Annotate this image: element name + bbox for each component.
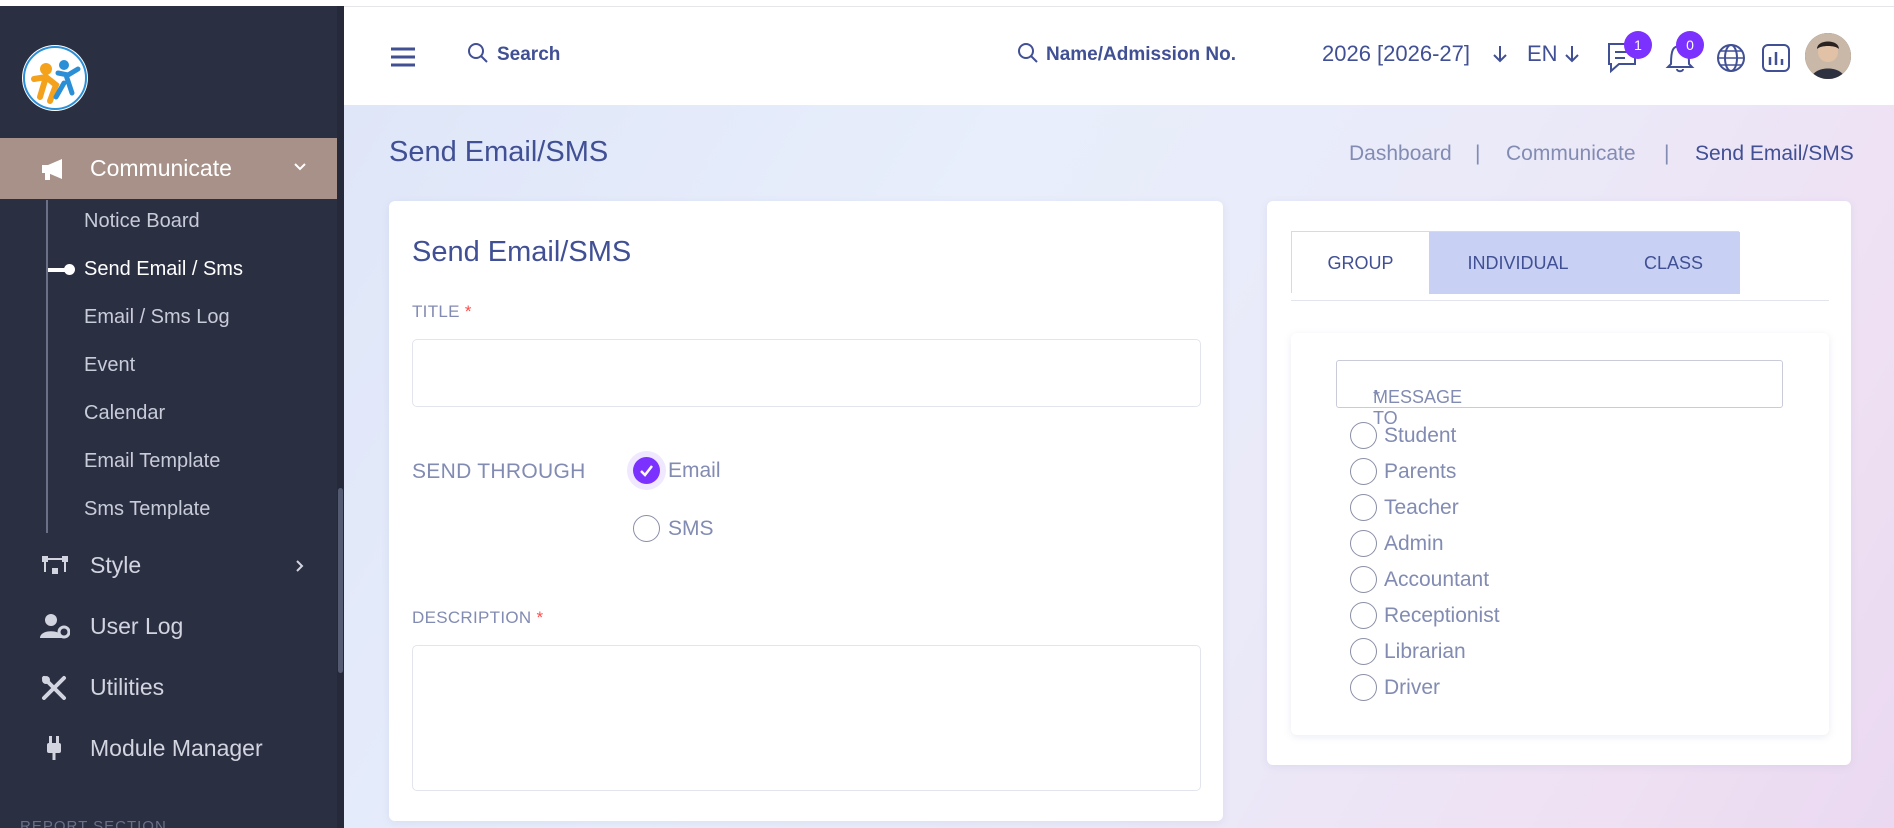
style-icon (42, 556, 68, 574)
globe-icon[interactable] (1714, 41, 1748, 75)
breadcrumb-separator: | (1475, 142, 1481, 165)
session-select[interactable]: 2026 [2026-27] (1322, 41, 1470, 67)
role-teacher-checkbox[interactable] (1350, 494, 1377, 521)
breadcrumb-dashboard[interactable]: Dashboard (1349, 142, 1452, 166)
role-driver-label[interactable]: Driver (1384, 676, 1440, 700)
menu-communicate-label: Communicate (90, 155, 232, 181)
email-checkbox[interactable] (633, 457, 660, 484)
role-driver-checkbox[interactable] (1350, 674, 1377, 701)
submenu-notice-board[interactable]: Notice Board (84, 210, 200, 233)
role-admin-label[interactable]: Admin (1384, 532, 1444, 556)
avatar-image (1805, 33, 1851, 79)
menu-user-log[interactable]: User Log (0, 601, 337, 651)
submenu-email-sms-log[interactable]: Email / Sms Log (84, 306, 230, 329)
description-label-text: DESCRIPTION (412, 608, 532, 627)
plug-icon (47, 736, 61, 760)
role-admin-checkbox[interactable] (1350, 530, 1377, 557)
school-logo[interactable] (20, 43, 90, 113)
required-mark: * (1373, 387, 1381, 407)
submenu-calendar[interactable]: Calendar (84, 402, 165, 425)
user-gear-icon (40, 614, 70, 639)
sms-checkbox[interactable] (633, 515, 660, 542)
chevron-down-icon (294, 163, 306, 171)
tab-class[interactable]: CLASS (1607, 232, 1740, 294)
active-dot (64, 264, 75, 275)
submenu-line (46, 200, 48, 533)
messages-badge: 1 (1624, 31, 1652, 59)
breadcrumb-current: Send Email/SMS (1695, 142, 1854, 165)
sidebar-scrollbar-track[interactable] (337, 6, 344, 828)
role-receptionist-checkbox[interactable] (1350, 602, 1377, 629)
reports-icon[interactable] (1759, 41, 1793, 75)
role-librarian-checkbox[interactable] (1350, 638, 1377, 665)
menu-user-log-label: User Log (90, 613, 184, 639)
menu-communicate[interactable]: Communicate (0, 138, 337, 199)
role-parents-label[interactable]: Parents (1384, 460, 1456, 484)
message-to-field: MESSAGE TO * (1336, 360, 1783, 428)
role-student-label[interactable]: Student (1384, 424, 1456, 448)
submenu-event[interactable]: Event (84, 354, 135, 377)
message-to-text: MESSAGE TO (1373, 387, 1463, 428)
menu-module-manager-label: Module Manager (90, 735, 263, 761)
page-title: Send Email/SMS (389, 136, 609, 168)
search-icon[interactable] (467, 42, 489, 64)
student-search-input[interactable]: Name/Admission No. (1046, 44, 1236, 66)
breadcrumb-communicate[interactable]: Communicate (1506, 142, 1636, 166)
required-mark: * (536, 608, 544, 627)
description-textarea[interactable] (412, 645, 1201, 791)
send-through-label: SEND THROUGH (412, 460, 586, 483)
breadcrumb-separator: | (1664, 142, 1670, 165)
menu-utilities[interactable]: Utilities (0, 662, 337, 712)
session-arrow-icon[interactable] (1493, 45, 1507, 63)
sidebar: Communicate Notice Board Send Email / Sm… (0, 6, 337, 828)
chevron-right-icon (296, 560, 304, 572)
role-accountant-checkbox[interactable] (1350, 566, 1377, 593)
role-teacher-label[interactable]: Teacher (1384, 496, 1459, 520)
avatar[interactable] (1805, 33, 1851, 79)
title-label-text: TITLE (412, 302, 460, 321)
sidebar-scrollbar-thumb[interactable] (338, 488, 343, 673)
check-icon (640, 465, 653, 477)
role-student-checkbox[interactable] (1350, 422, 1377, 449)
tools-icon (42, 676, 66, 700)
role-accountant-label[interactable]: Accountant (1384, 568, 1489, 592)
role-parents-checkbox[interactable] (1350, 458, 1377, 485)
card-title: Send Email/SMS (412, 236, 632, 268)
sms-option-label[interactable]: SMS (668, 517, 714, 541)
tab-group[interactable]: GROUP (1292, 232, 1429, 294)
search-input[interactable]: Search (497, 44, 560, 66)
student-search-icon[interactable] (1017, 42, 1039, 64)
submenu-send-email-sms[interactable]: Send Email / Sms (84, 258, 243, 281)
email-option-label[interactable]: Email (668, 459, 721, 483)
hamburger-menu-icon[interactable] (389, 46, 417, 68)
menu-style[interactable]: Style (0, 540, 337, 590)
tab-divider (1291, 300, 1829, 301)
language-select[interactable]: EN (1527, 41, 1558, 67)
role-librarian-label[interactable]: Librarian (1384, 640, 1466, 664)
menu-module-manager[interactable]: Module Manager (0, 723, 337, 773)
title-label: TITLE * (412, 302, 472, 322)
megaphone-icon (42, 159, 62, 180)
required-mark: * (464, 302, 472, 321)
submenu-sms-template[interactable]: Sms Template (84, 498, 210, 521)
title-input[interactable] (412, 339, 1201, 407)
notifications-badge: 0 (1676, 31, 1704, 59)
role-receptionist-label[interactable]: Receptionist (1384, 604, 1500, 628)
description-label: DESCRIPTION * (412, 608, 543, 628)
submenu-email-template[interactable]: Email Template (84, 450, 220, 473)
recipient-tabs: GROUP INDIVIDUAL CLASS (1291, 231, 1740, 294)
menu-style-label: Style (90, 552, 142, 578)
tab-individual[interactable]: INDIVIDUAL (1429, 232, 1607, 294)
menu-utilities-label: Utilities (90, 674, 165, 700)
section-report: REPORT SECTION (20, 818, 167, 828)
language-arrow-icon[interactable] (1565, 45, 1579, 63)
